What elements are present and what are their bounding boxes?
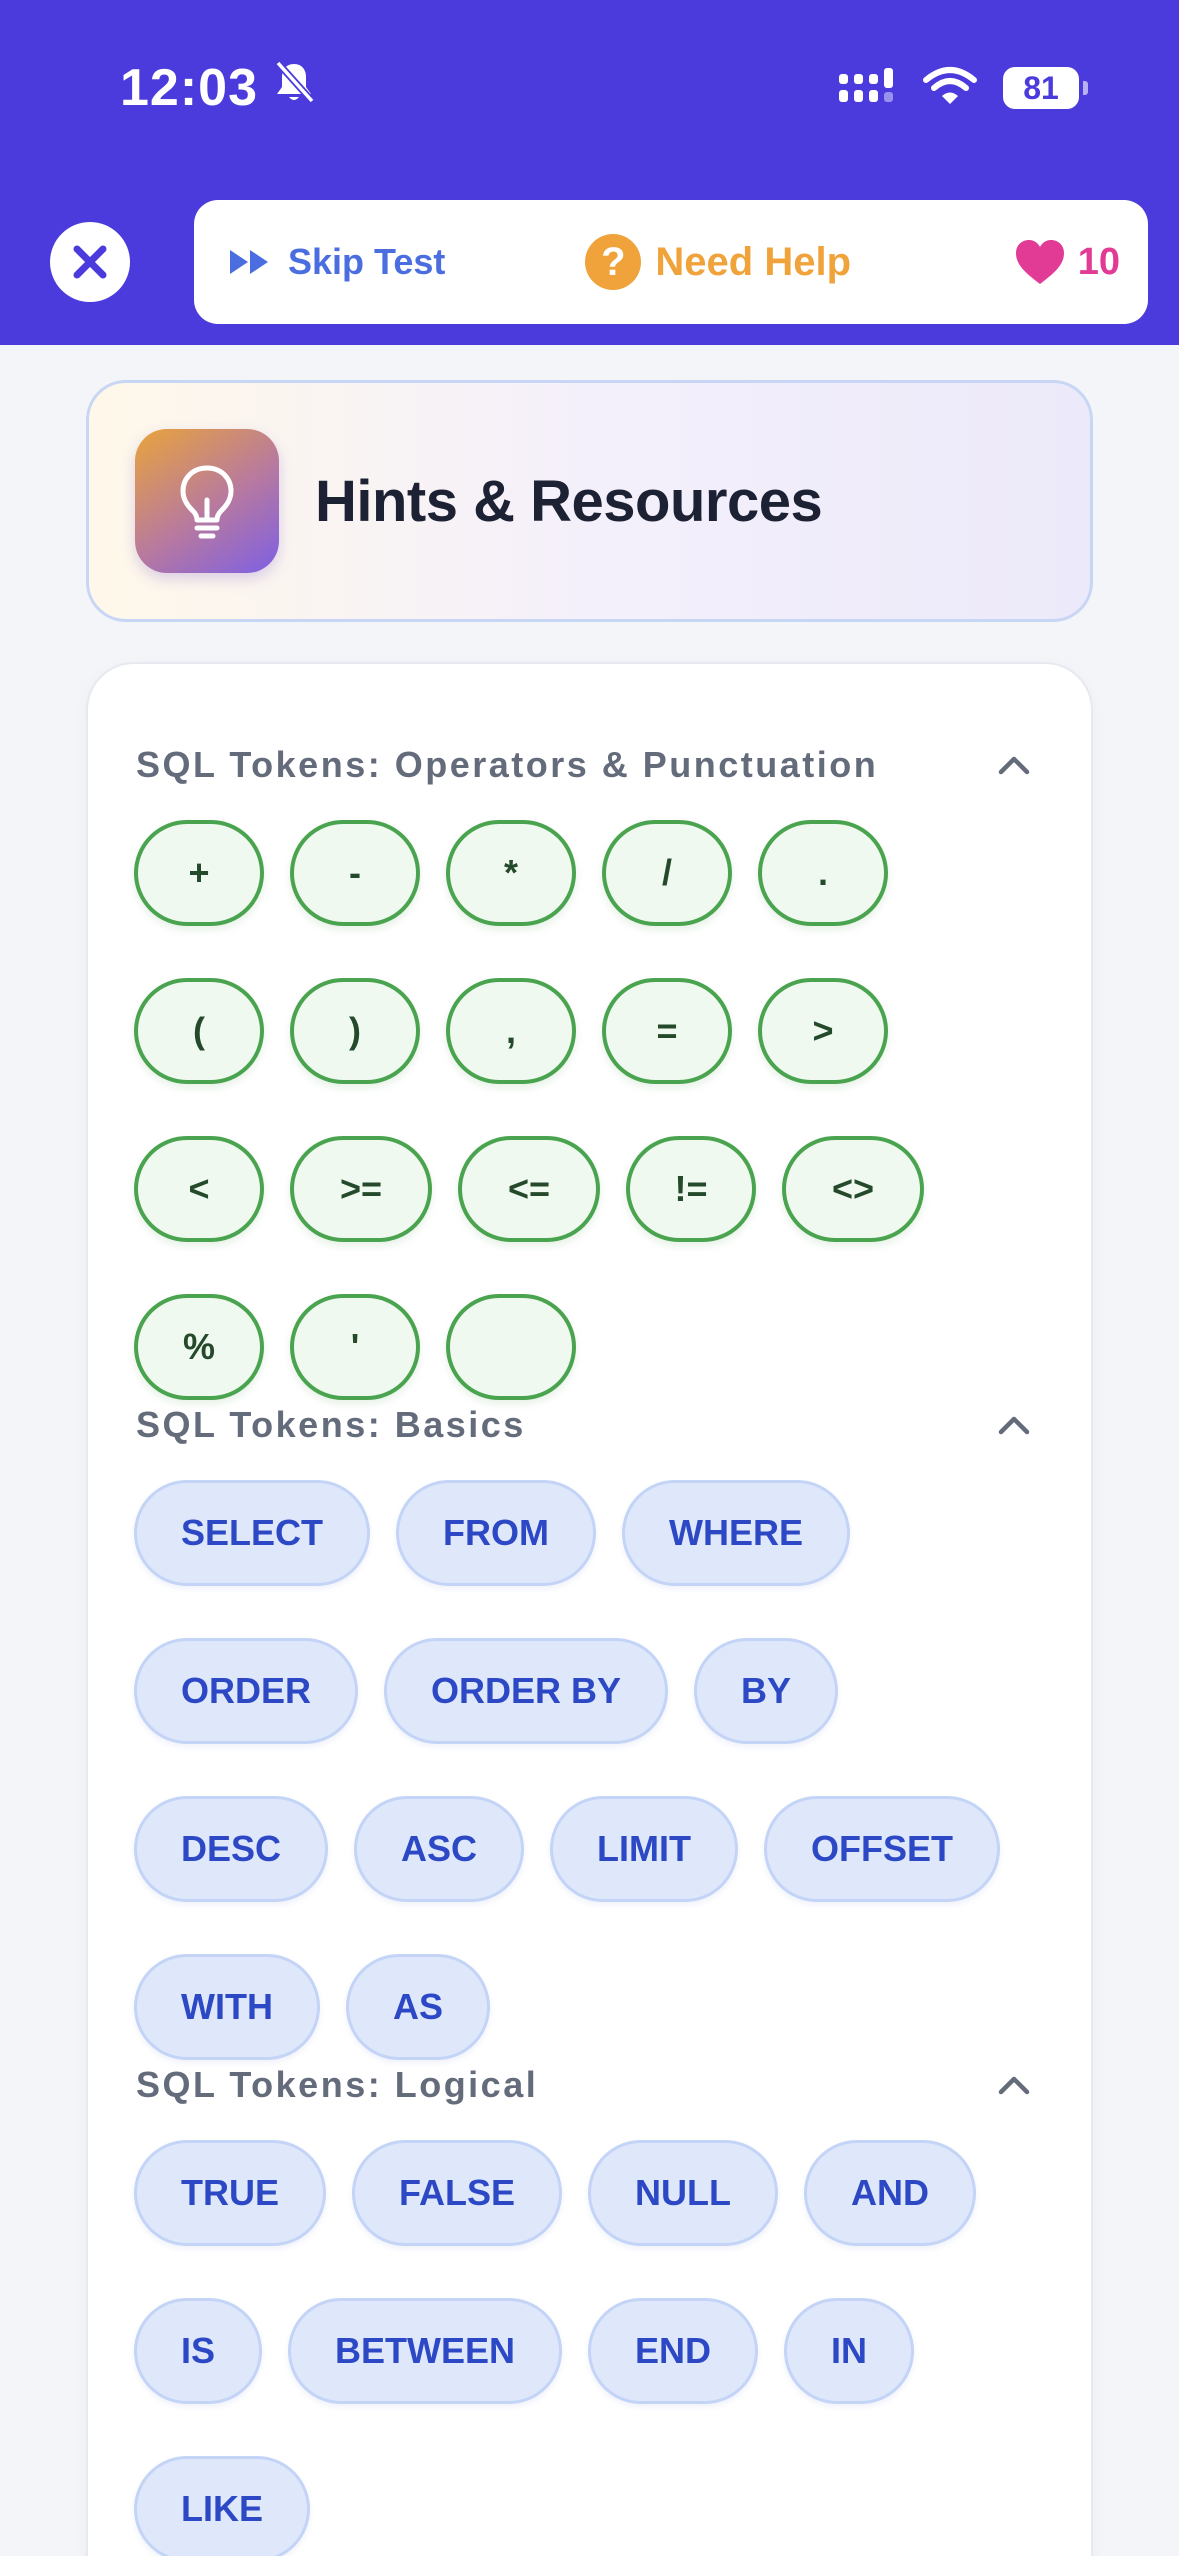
basics-token-list: SELECT FROM WHERE ORDER ORDER BY BY DESC… [134,1480,1044,2060]
token-chip[interactable]: AS [345,1954,490,2060]
status-bar-right: 81 [837,62,1088,114]
token-chip[interactable]: FALSE [352,2140,563,2246]
skip-test-button[interactable]: Skip Test [228,241,445,283]
token-chip[interactable]: DESC [134,1796,329,1902]
token-chip[interactable]: >= [290,1136,432,1242]
question-icon: ? [585,234,642,290]
logical-token-list: TRUE FALSE NULL AND IS BETWEEN END IN LI… [134,2140,1044,2556]
token-chip[interactable]: SELECT [134,1480,371,1586]
battery-icon: 81 [1003,67,1088,109]
token-chip[interactable]: ( [134,978,264,1084]
token-chip[interactable]: > [758,978,888,1084]
section-title-operators: SQL Tokens: Operators & Punctuation [136,744,879,785]
chevron-up-icon[interactable] [994,745,1034,785]
heart-icon [1015,240,1064,284]
chevron-up-icon[interactable] [994,2065,1034,2105]
header: 12:03 81 Skip Test ? Need Help 10 [0,0,1179,345]
close-icon [73,245,107,279]
token-chip[interactable]: IS [134,2298,263,2404]
token-chip[interactable]: + [134,820,264,926]
section-title-logical: SQL Tokens: Logical [136,2064,539,2105]
status-bar-time: 12:03 [120,58,316,118]
bell-slash-icon [272,58,316,118]
token-chip[interactable]: != [626,1136,756,1242]
token-chip[interactable]: ' [290,1294,420,1400]
token-chip[interactable]: < [134,1136,264,1242]
token-chip[interactable]: WHERE [622,1480,850,1586]
token-chip[interactable]: AND [804,2140,976,2246]
token-chip[interactable]: * [446,820,576,926]
token-chip[interactable]: WITH [134,1954,320,2060]
token-chip[interactable]: - [290,820,420,926]
section-title-basics: SQL Tokens: Basics [136,1404,526,1445]
token-chip[interactable]: ORDER BY [384,1638,669,1744]
token-chip[interactable]: LIMIT [550,1796,739,1902]
token-chip[interactable]: , [446,978,576,1084]
token-chip[interactable]: ASC [354,1796,525,1902]
token-chip[interactable]: BY [694,1638,839,1744]
token-chip[interactable]: LIKE [134,2456,311,2556]
token-chip[interactable]: = [602,978,732,1084]
chevron-up-icon[interactable] [994,1405,1034,1445]
token-chip[interactable]: / [602,820,732,926]
test-toolbar: Skip Test ? Need Help 10 [194,200,1148,324]
token-chip[interactable]: ) [290,978,420,1084]
token-chip[interactable]: TRUE [134,2140,326,2246]
hints-header-card: Hints & Resources [86,380,1093,622]
token-chip[interactable]: FROM [396,1480,596,1586]
token-chip[interactable]: NULL [588,2140,778,2246]
token-chip[interactable]: % [134,1294,264,1400]
token-chip[interactable]: <= [458,1136,600,1242]
lightbulb-icon [135,429,279,573]
close-button[interactable] [50,222,130,302]
token-chip[interactable]: . [758,820,888,926]
token-chip[interactable]: BETWEEN [288,2298,563,2404]
signal-icon [837,66,897,111]
operator-token-list: + - * / . ( ) , = > < >= <= != <> % ' [134,820,1044,1400]
token-chip[interactable]: <> [782,1136,924,1242]
token-chip-space[interactable] [446,1294,576,1400]
token-chip[interactable]: IN [784,2298,915,2404]
token-chip[interactable]: OFFSET [764,1796,1001,1902]
lives-counter: 10 [1014,238,1120,286]
hints-title: Hints & Resources [315,468,823,534]
wifi-icon [923,66,977,111]
need-help-button[interactable]: ? Need Help [585,234,851,290]
token-chip[interactable]: END [588,2298,759,2404]
fast-forward-icon [230,250,268,274]
token-chip[interactable]: ORDER [134,1638,359,1744]
